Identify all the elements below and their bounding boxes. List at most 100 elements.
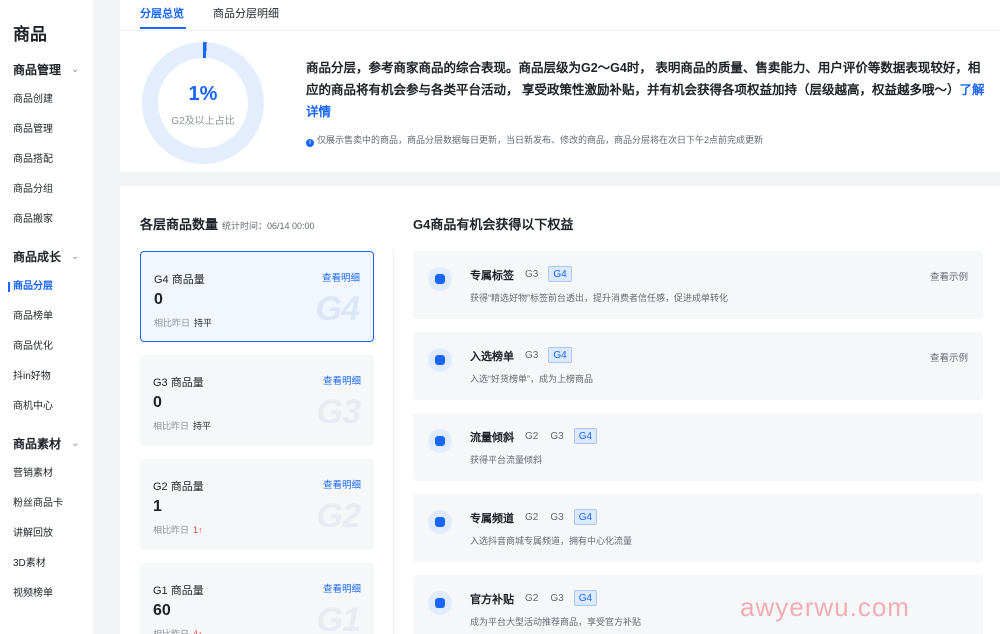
compare-label: 相比昨日 <box>153 629 190 634</box>
view-example-link[interactable]: 查看示例 <box>930 269 968 283</box>
tier-tag: G2 <box>525 593 539 604</box>
tier-tag: G2 <box>525 512 539 523</box>
benefit-title: 入选榜单 <box>470 351 514 363</box>
tab-overview[interactable]: 分层总览 <box>140 5 184 27</box>
overview-card: 分层总览 商品分层明细 1% G2及以上占比 商品分层，参考商家商品的综合表现。… <box>120 0 1000 172</box>
view-detail-link[interactable]: 查看明细 <box>323 477 361 491</box>
tier-tag: G4 <box>573 590 598 606</box>
tier-compare: 相比昨日 4↑ <box>153 627 203 634</box>
tab-detail[interactable]: 商品分层明细 <box>213 5 279 27</box>
nav-item-video-rank[interactable]: 视频榜单 <box>0 584 93 604</box>
tier-label: G1 商品量 <box>153 585 204 597</box>
benefit-tags: G2 G3 G4 <box>523 428 605 445</box>
benefit-tags: G3 G4 <box>523 347 580 364</box>
tier-tag: G3 <box>550 431 564 442</box>
nav-group-product-management[interactable]: 商品管理 ⌄ <box>0 60 93 80</box>
tier-compare: 相比昨日 1↑ <box>153 523 203 536</box>
benefit-desc: 获得平台流量倾斜 <box>470 455 543 465</box>
channel-icon <box>428 510 452 534</box>
compare-value: 持平 <box>193 421 212 431</box>
nav-item-replay[interactable]: 讲解回放 <box>0 524 93 544</box>
ratio-ring: 1% G2及以上占比 <box>142 42 264 164</box>
chevron-down-icon: ⌄ <box>71 64 80 75</box>
nav-item-opportunity[interactable]: 商机中心 <box>0 397 93 417</box>
tier-card-g1[interactable]: G1 G1 商品量 查看明细 60 相比昨日 4↑ <box>140 563 374 634</box>
nav-item-bundle[interactable]: 商品搭配 <box>0 150 93 170</box>
traffic-icon <box>428 429 452 453</box>
compare-label: 相比昨日 <box>154 318 191 328</box>
tier-card-g3[interactable]: G3 G3 商品量 查看明细 0 相比昨日 持平 <box>140 355 374 446</box>
nav-item-create[interactable]: 商品创建 <box>0 90 93 110</box>
sidebar-brand: 商品 <box>13 25 47 44</box>
nav-group-label: 商品素材 <box>13 437 62 451</box>
tier-compare: 相比昨日 持平 <box>154 316 212 329</box>
benefit-title: 专属频道 <box>470 513 514 525</box>
view-detail-link[interactable]: 查看明细 <box>323 581 361 595</box>
tier-badge: G3 <box>316 393 361 431</box>
divider <box>120 30 1000 31</box>
benefit-title: 流量倾斜 <box>470 432 514 444</box>
nav-item-marketing-assets[interactable]: 营销素材 <box>0 464 93 484</box>
nav-item-group[interactable]: 商品分组 <box>0 180 93 200</box>
intro-text: 商品分层，参考商家商品的综合表现。商品层级为G2～G4时， 表明商品的质量、售卖… <box>306 57 986 123</box>
tier-count: 0 <box>154 291 163 308</box>
benefit-traffic: 流量倾斜 G2 G3 G4 获得平台流量倾斜 <box>413 413 983 481</box>
chevron-down-icon: ⌄ <box>71 438 80 449</box>
detail-card: 各层商品数量 统计时间：06/14 00:00 G4商品有机会获得以下权益 G4 … <box>120 186 1000 634</box>
nav-item-ranking[interactable]: 商品榜单 <box>0 307 93 327</box>
info-icon: i <box>306 139 314 147</box>
benefit-tags: G3 G4 <box>523 266 580 283</box>
divider <box>393 250 394 634</box>
chevron-down-icon: ⌄ <box>71 251 80 262</box>
tier-tag: G2 <box>525 431 539 442</box>
ratio-value: 1% <box>188 83 218 105</box>
benefit-title: 专属标签 <box>470 270 514 282</box>
tier-badge: G4 <box>315 290 360 328</box>
benefit-section-title: G4商品有机会获得以下权益 <box>413 217 574 232</box>
view-detail-link[interactable]: 查看明细 <box>322 270 360 284</box>
nav-group-product-assets[interactable]: 商品素材 ⌄ <box>0 434 93 454</box>
stat-time: 统计时间：06/14 00:00 <box>222 221 315 231</box>
tier-card-g2[interactable]: G2 G2 商品量 查看明细 1 相比昨日 1↑ <box>140 459 374 550</box>
tier-badge: G2 <box>316 497 361 535</box>
tier-compare: 相比昨日 持平 <box>153 419 211 432</box>
benefit-desc: 获得“精选好物”标签前台透出，提升消费者信任感，促进成单转化 <box>470 293 728 303</box>
nav-group-product-growth[interactable]: 商品成长 ⌄ <box>0 247 93 267</box>
tier-count: 1 <box>153 498 162 515</box>
nav-item-3d[interactable]: 3D素材 <box>0 554 93 574</box>
benefit-desc: 入选“好货榜单”，成为上榜商品 <box>470 374 593 384</box>
nav-item-manage[interactable]: 商品管理 <box>0 120 93 140</box>
nav-item-tiering[interactable]: 商品分层 <box>0 277 93 297</box>
update-notice: i 仅展示售卖中的商品，商品分层数据每日更新，当日新发布、修改的商品，商品分层将在… <box>306 133 763 147</box>
tier-tag: G4 <box>573 509 598 525</box>
nav-item-fan-card[interactable]: 粉丝商品卡 <box>0 494 93 514</box>
compare-label: 相比昨日 <box>153 525 190 535</box>
nav-item-douin[interactable]: 抖in好物 <box>0 367 93 387</box>
benefit-ranking: 入选榜单 G3 G4 入选“好货榜单”，成为上榜商品 查看示例 <box>413 332 983 400</box>
tier-tag: G4 <box>548 347 572 363</box>
tier-label: G2 商品量 <box>153 481 204 493</box>
watermark: awyerwu.com <box>740 592 910 622</box>
tier-badge: G1 <box>316 601 361 634</box>
benefit-title: 官方补贴 <box>470 594 514 606</box>
tier-tag: G3 <box>550 593 564 604</box>
compare-value: 4↑ <box>193 629 203 634</box>
tier-count: 60 <box>153 602 171 619</box>
view-example-link[interactable]: 查看示例 <box>930 350 968 364</box>
benefit-desc: 成为平台大型活动推荐商品，享受官方补贴 <box>470 617 642 627</box>
nav-item-migrate[interactable]: 商品搬家 <box>0 210 93 230</box>
tier-tag: G3 <box>525 350 539 361</box>
tier-label: G3 商品量 <box>153 377 204 389</box>
tier-card-g4[interactable]: G4 G4 商品量 查看明细 0 相比昨日 持平 <box>140 251 374 342</box>
tier-tag: G3 <box>525 269 539 280</box>
tier-label: G4 商品量 <box>154 274 205 286</box>
tier-section-title: 各层商品数量 统计时间：06/14 00:00 <box>140 214 315 233</box>
benefit-channel: 专属频道 G2 G3 G4 入选抖音商城专属频道，拥有中心化流量 <box>413 494 983 562</box>
tier-count: 0 <box>153 394 162 411</box>
tier-title-text: 各层商品数量 <box>140 217 219 232</box>
compare-value: 1↑ <box>193 525 203 535</box>
nav-item-optimize[interactable]: 商品优化 <box>0 337 93 357</box>
view-detail-link[interactable]: 查看明细 <box>323 373 361 387</box>
nav-group-label: 商品管理 <box>13 63 62 77</box>
tag-icon <box>428 267 452 291</box>
